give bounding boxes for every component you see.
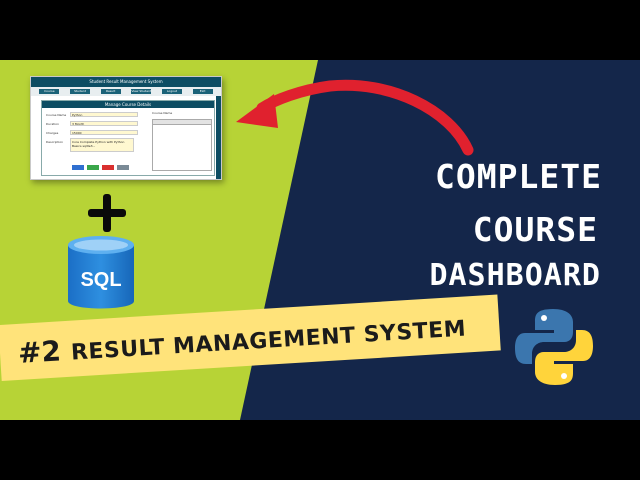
mini-nav-student: Student: [69, 89, 90, 94]
headline-complete: COMPLETE: [435, 157, 602, 196]
mini-nav-bar: Course Student Result View Student Resul…: [31, 87, 221, 96]
mini-save-button: [72, 165, 84, 170]
mini-search-label: Course Name: [152, 111, 173, 115]
mini-field-row: Duration 3 Month: [46, 120, 138, 127]
mini-window-title: Manage Course Details: [42, 101, 214, 108]
episode-number: #2: [17, 334, 62, 370]
mini-delete-button: [102, 165, 114, 170]
headline-course: COURSE: [472, 210, 598, 249]
mini-nav-course: Course: [39, 89, 60, 94]
mini-nav-view-results: View Student Results: [131, 89, 152, 94]
mini-field-label: Course Name: [46, 112, 67, 117]
python-logo-icon: [515, 309, 593, 385]
mini-side-strip: [216, 96, 221, 179]
mini-field-row: Charges 15000: [46, 129, 138, 136]
mini-app-title: Student Result Management System: [31, 77, 221, 87]
headline-dashboard: DASHBOARD: [429, 258, 601, 293]
mini-field-value: 15000: [70, 130, 138, 135]
mini-nav-logout: Logout: [161, 89, 182, 94]
mini-field-value: 3 Month: [70, 121, 138, 126]
mini-field-row: Course Name Python: [46, 111, 138, 118]
app-screenshot-preview: Student Result Management System Course …: [30, 76, 222, 180]
mini-field-value: Python: [70, 112, 138, 117]
mini-course-table: [152, 119, 212, 171]
mini-button-row: [72, 165, 129, 170]
sql-icon-label: SQL: [80, 269, 121, 291]
mini-clear-button: [117, 165, 129, 170]
letterbox-bottom: [0, 420, 640, 480]
mini-nav-exit: Exit: [192, 89, 213, 94]
letterbox-top: [0, 0, 640, 60]
video-thumbnail[interactable]: Student Result Management System Course …: [0, 60, 640, 420]
mini-description-label: Description: [46, 139, 64, 144]
mini-update-button: [87, 165, 99, 170]
sql-database-icon: SQL: [68, 236, 134, 309]
mini-course-window: Manage Course Details Course Name Python…: [41, 100, 215, 176]
plus-icon: [88, 194, 126, 232]
mini-nav-result: Result: [100, 89, 121, 94]
mini-field-label: Charges: [46, 130, 59, 135]
mini-description-box: Core Complete Python with Python Basics …: [70, 138, 134, 152]
mini-field-label: Duration: [46, 121, 60, 126]
mini-table-header: [153, 120, 211, 125]
